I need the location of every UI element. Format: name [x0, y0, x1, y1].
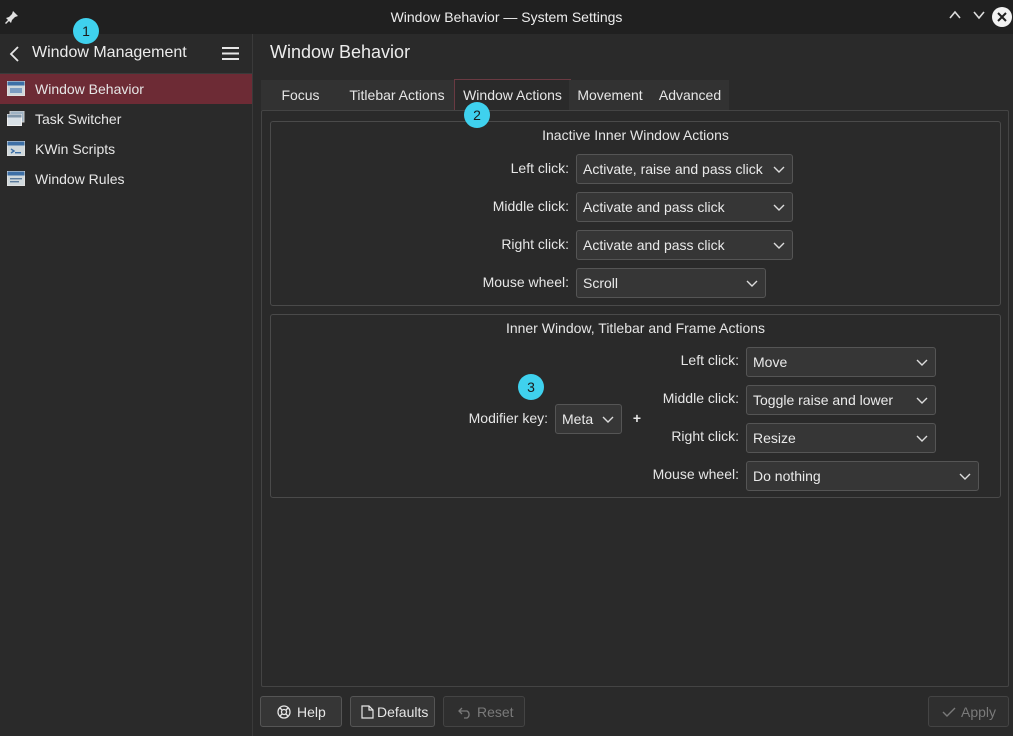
field-label: Right click:	[501, 236, 569, 252]
field-label: Right click:	[671, 428, 739, 444]
help-button[interactable]: Help	[260, 696, 342, 727]
document-icon	[361, 705, 374, 719]
sidebar-item-task-switcher[interactable]: Task Switcher	[0, 104, 252, 134]
modifier-key-label: Modifier key:	[468, 410, 548, 426]
tab-label: Window Actions	[463, 87, 562, 103]
field-label: Mouse wheel:	[652, 466, 739, 482]
page-header: Window Behavior	[253, 34, 1013, 74]
inactive-mouse-wheel-select[interactable]: Scroll	[576, 268, 766, 298]
tab-advanced[interactable]: Advanced	[651, 80, 729, 110]
chevron-down-icon	[602, 416, 614, 423]
select-value: Resize	[753, 430, 796, 446]
window-titlebar: Window Behavior — System Settings	[0, 0, 1013, 34]
annotation-marker-3: 3	[518, 374, 544, 400]
select-value: Meta	[562, 411, 594, 427]
select-value: Activate, raise and pass click	[583, 161, 763, 177]
tab-label: Advanced	[658, 87, 722, 103]
tab-label: Titlebar Actions	[349, 87, 445, 103]
inner-right-click-select[interactable]: Resize	[746, 423, 936, 453]
close-icon[interactable]	[992, 7, 1012, 27]
help-label: Help	[297, 704, 326, 720]
inactive-right-click-select[interactable]: Activate and pass click	[576, 230, 793, 260]
sidebar-item-label: KWin Scripts	[35, 141, 116, 157]
inner-left-click-select[interactable]: Move	[746, 347, 936, 377]
field-label: Left click:	[680, 352, 739, 368]
chevron-down-icon	[773, 242, 785, 249]
window-title: Window Behavior — System Settings	[390, 9, 623, 25]
chevron-down-icon	[916, 397, 928, 404]
apply-label: Apply	[961, 704, 997, 720]
plus-sign: +	[632, 410, 642, 426]
sidebar-item-label: Task Switcher	[35, 111, 122, 127]
tab-label: Movement	[577, 87, 643, 103]
inactive-left-click-select[interactable]: Activate, raise and pass click	[576, 154, 793, 184]
sidebar-title: Window Management	[32, 44, 187, 61]
chevron-down-icon	[959, 473, 971, 480]
sidebar-header: Window Management	[0, 34, 252, 74]
tab-titlebar-actions[interactable]: Titlebar Actions	[340, 80, 454, 110]
select-value: Activate and pass click	[583, 237, 725, 253]
annotation-marker-1: 1	[73, 18, 99, 44]
sidebar-item-label: Window Rules	[35, 171, 125, 187]
reset-button[interactable]: Reset	[443, 696, 525, 727]
checkmark-icon	[942, 707, 956, 717]
hamburger-menu-icon[interactable]	[222, 46, 239, 61]
inner-mouse-wheel-select[interactable]: Do nothing	[746, 461, 979, 491]
inactive-middle-click-select[interactable]: Activate and pass click	[576, 192, 793, 222]
lifebuoy-icon	[277, 705, 291, 719]
select-value: Move	[753, 354, 788, 370]
chevron-down-icon[interactable]	[969, 7, 989, 27]
inactive-inner-window-group: Inactive Inner Window Actions Left click…	[270, 121, 1001, 306]
tab-label: Focus	[281, 87, 320, 103]
window-icon	[7, 81, 25, 96]
tab-panel: Inactive Inner Window Actions Left click…	[261, 110, 1009, 687]
sidebar-item-kwin-scripts[interactable]: KWin Scripts	[0, 134, 252, 164]
sidebar-item-window-behavior[interactable]: Window Behavior	[0, 74, 252, 104]
select-value: Activate and pass click	[583, 199, 725, 215]
window-rules-icon	[7, 171, 25, 186]
back-arrow-icon[interactable]	[8, 45, 22, 63]
defaults-button[interactable]: Defaults	[350, 696, 435, 727]
sidebar: Window Management Window Behavior Task S…	[0, 34, 253, 736]
chevron-down-icon	[916, 435, 928, 442]
chevron-up-icon[interactable]	[945, 7, 965, 27]
sidebar-item-window-rules[interactable]: Window Rules	[0, 164, 252, 194]
defaults-label: Defaults	[377, 704, 429, 720]
page-title: Window Behavior	[270, 42, 411, 62]
chevron-down-icon	[916, 359, 928, 366]
field-label: Middle click:	[662, 390, 739, 406]
group-title: Inner Window, Titlebar and Frame Actions	[505, 320, 766, 336]
tab-focus[interactable]: Focus	[261, 80, 340, 110]
field-label: Middle click:	[492, 198, 569, 214]
annotation-marker-2: 2	[464, 102, 490, 128]
group-title: Inactive Inner Window Actions	[542, 127, 729, 143]
select-value: Do nothing	[753, 468, 821, 484]
sidebar-item-label: Window Behavior	[35, 81, 144, 97]
chevron-down-icon	[773, 166, 785, 173]
inner-middle-click-select[interactable]: Toggle raise and lower	[746, 385, 936, 415]
undo-icon	[458, 707, 470, 719]
field-label: Mouse wheel:	[482, 274, 569, 290]
task-switcher-icon	[7, 111, 25, 126]
select-value: Toggle raise and lower	[753, 392, 894, 408]
chevron-down-icon	[773, 204, 785, 211]
tab-movement[interactable]: Movement	[569, 80, 651, 110]
reset-label: Reset	[477, 704, 514, 720]
apply-button[interactable]: Apply	[928, 696, 1009, 727]
chevron-down-icon	[746, 280, 758, 287]
field-label: Left click:	[510, 160, 569, 176]
select-value: Scroll	[583, 275, 619, 291]
script-icon	[7, 141, 25, 156]
inner-window-frame-group: Inner Window, Titlebar and Frame Actions…	[270, 314, 1001, 498]
